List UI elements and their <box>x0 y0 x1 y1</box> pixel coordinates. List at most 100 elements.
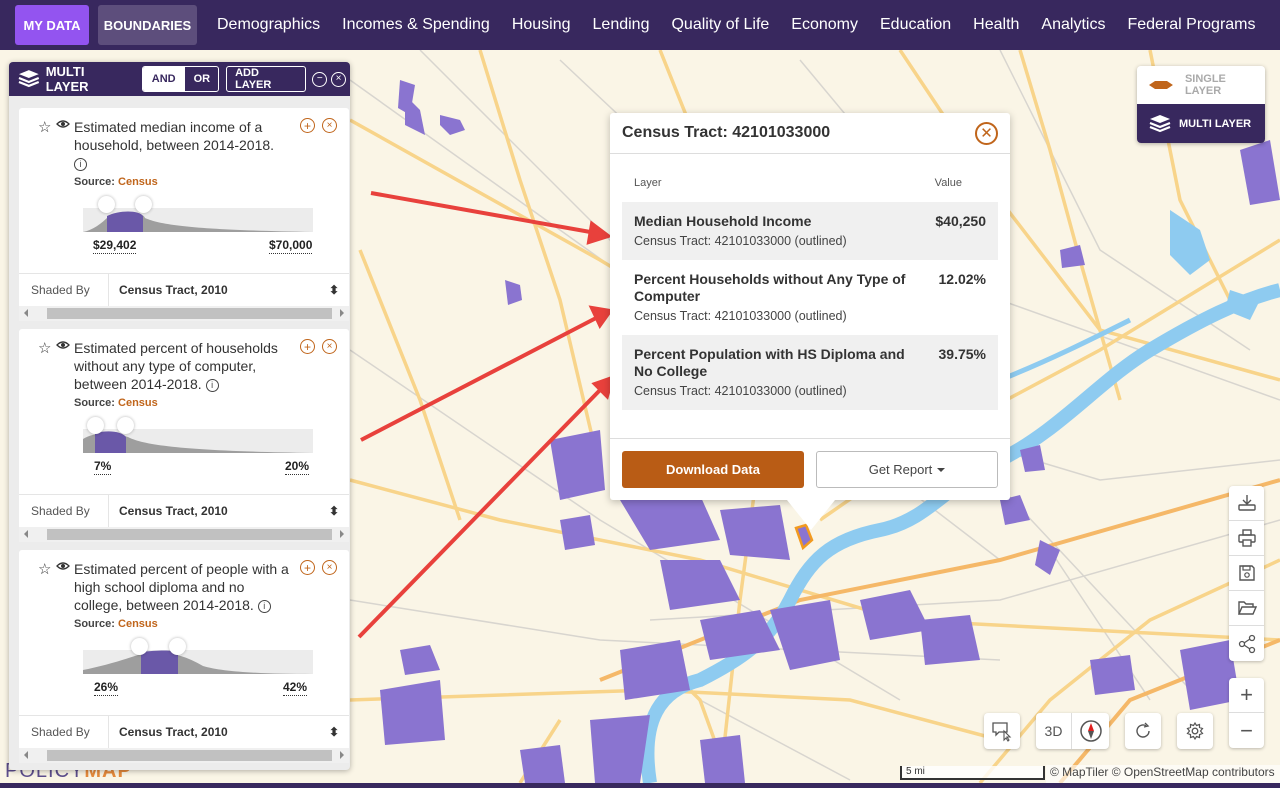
eye-icon[interactable] <box>56 338 70 352</box>
compass-button[interactable] <box>1072 719 1109 743</box>
layer-description: Estimated percent of people with a high … <box>74 561 289 613</box>
close-panel-icon[interactable]: × <box>331 71 347 87</box>
add-icon[interactable]: + <box>300 339 315 354</box>
get-report-button[interactable]: Get Report <box>816 451 998 488</box>
slider-min-handle[interactable] <box>131 638 148 655</box>
nav-housing[interactable]: Housing <box>512 16 571 34</box>
info-icon[interactable]: i <box>74 157 87 171</box>
info-icon[interactable]: i <box>205 378 219 392</box>
map-attribution[interactable]: © MapTiler © OpenStreetMap contributors <box>1046 765 1280 783</box>
download-data-button[interactable]: Download Data <box>622 451 804 488</box>
popup-header: Census Tract: 42101033000 ✕ <box>610 113 1010 154</box>
star-icon[interactable]: ☆ <box>38 339 51 357</box>
histogram-slider[interactable] <box>83 417 313 453</box>
multi-layer-button[interactable]: MULTI LAYER <box>1137 104 1265 143</box>
close-icon[interactable]: ✕ <box>975 121 998 145</box>
3d-button[interactable]: 3D <box>1036 713 1072 749</box>
histogram-graphic <box>83 431 313 453</box>
source-link[interactable]: Census <box>118 397 158 409</box>
horizontal-scrollbar[interactable] <box>19 748 349 763</box>
scroll-left-icon[interactable] <box>24 309 28 317</box>
scroll-right-icon[interactable] <box>340 309 344 317</box>
minimize-icon[interactable]: − <box>312 71 328 87</box>
min-value[interactable]: 7% <box>94 459 112 475</box>
nav-federal-programs[interactable]: Federal Programs <box>1127 16 1255 34</box>
boundaries-button[interactable]: BOUNDARIES <box>98 5 197 45</box>
eye-icon[interactable] <box>56 559 70 573</box>
add-icon[interactable]: + <box>300 560 315 575</box>
star-icon[interactable]: ☆ <box>38 118 51 136</box>
nav-health[interactable]: Health <box>973 16 1019 34</box>
shaded-by-select[interactable]: Census Tract, 2010 ⬍ <box>109 725 349 739</box>
top-navigation: MY DATA BOUNDARIES Demographics Incomes … <box>0 0 1280 50</box>
slider-min-handle[interactable] <box>87 417 104 434</box>
max-value[interactable]: 42% <box>283 680 308 696</box>
horizontal-scrollbar[interactable] <box>19 306 349 321</box>
add-layer-button[interactable]: ADD LAYER <box>226 66 307 92</box>
row-name: Percent Households without Any Type of C… <box>634 271 906 304</box>
identify-tool-button[interactable] <box>984 713 1020 749</box>
eye-icon[interactable] <box>56 117 70 131</box>
info-icon[interactable]: i <box>257 599 271 613</box>
histogram-slider[interactable] <box>83 638 313 674</box>
map-toolbar <box>1229 486 1264 661</box>
zoom-in-button[interactable]: + <box>1229 678 1264 713</box>
star-icon[interactable]: ☆ <box>38 560 51 578</box>
slider-max-handle[interactable] <box>135 196 152 213</box>
scroll-right-icon[interactable] <box>340 530 344 538</box>
layer-card: ☆ Estimated percent of households withou… <box>19 329 349 542</box>
add-icon[interactable]: + <box>300 118 315 133</box>
share-button[interactable] <box>1229 626 1264 661</box>
reset-view-button[interactable] <box>1125 713 1161 749</box>
slider-max-handle[interactable] <box>169 638 186 655</box>
shaded-by-label: Shaded By <box>19 274 109 306</box>
min-value[interactable]: $29,402 <box>93 238 137 254</box>
compass-icon <box>1079 720 1102 742</box>
nav-economy[interactable]: Economy <box>791 16 858 34</box>
nav-quality-of-life[interactable]: Quality of Life <box>671 16 769 34</box>
open-button[interactable] <box>1229 591 1264 626</box>
histogram-graphic <box>83 650 313 674</box>
single-layer-button[interactable]: SINGLE LAYER <box>1137 66 1265 104</box>
zoom-out-button[interactable]: − <box>1229 713 1264 748</box>
shaded-by-select[interactable]: Census Tract, 2010 ⬍ <box>109 283 349 297</box>
census-tract-popup: Census Tract: 42101033000 ✕ Layer Value … <box>610 113 1010 530</box>
row-value: $40,250 <box>935 213 986 229</box>
remove-icon[interactable]: × <box>322 118 337 133</box>
shaded-by-row: Shaded By Census Tract, 2010 ⬍ <box>19 715 349 748</box>
nav-education[interactable]: Education <box>880 16 951 34</box>
download-map-button[interactable] <box>1229 486 1264 521</box>
horizontal-scrollbar[interactable] <box>19 527 349 542</box>
popup-title: Census Tract: 42101033000 <box>622 124 831 141</box>
source-link[interactable]: Census <box>118 176 158 188</box>
max-value[interactable]: 20% <box>285 459 310 475</box>
remove-icon[interactable]: × <box>322 560 337 575</box>
scroll-left-icon[interactable] <box>24 530 28 538</box>
scroll-right-icon[interactable] <box>340 751 344 759</box>
nav-demographics[interactable]: Demographics <box>217 16 320 34</box>
source-link[interactable]: Census <box>118 618 158 630</box>
scroll-left-icon[interactable] <box>24 751 28 759</box>
scroll-thumb[interactable] <box>47 308 332 319</box>
save-button[interactable] <box>1229 556 1264 591</box>
max-value[interactable]: $70,000 <box>269 238 313 254</box>
scroll-thumb[interactable] <box>47 529 332 540</box>
folder-icon <box>1237 601 1257 615</box>
histogram-slider[interactable] <box>83 196 313 232</box>
remove-icon[interactable]: × <box>322 339 337 354</box>
slider-max-handle[interactable] <box>117 417 134 434</box>
min-value[interactable]: 26% <box>94 680 119 696</box>
nav-analytics[interactable]: Analytics <box>1041 16 1105 34</box>
settings-button[interactable] <box>1177 713 1213 749</box>
shaded-by-select[interactable]: Census Tract, 2010 ⬍ <box>109 504 349 518</box>
my-data-button[interactable]: MY DATA <box>15 5 89 45</box>
nav-incomes-spending[interactable]: Incomes & Spending <box>342 16 490 34</box>
and-toggle[interactable]: AND <box>142 67 185 91</box>
row-sub: Census Tract: 42101033000 (outlined) <box>634 234 847 248</box>
print-button[interactable] <box>1229 521 1264 556</box>
slider-min-handle[interactable] <box>98 196 115 213</box>
nav-lending[interactable]: Lending <box>593 16 650 34</box>
or-toggle[interactable]: OR <box>185 67 218 91</box>
shaded-by-row: Shaded By Census Tract, 2010 ⬍ <box>19 494 349 527</box>
scroll-thumb[interactable] <box>47 750 332 761</box>
